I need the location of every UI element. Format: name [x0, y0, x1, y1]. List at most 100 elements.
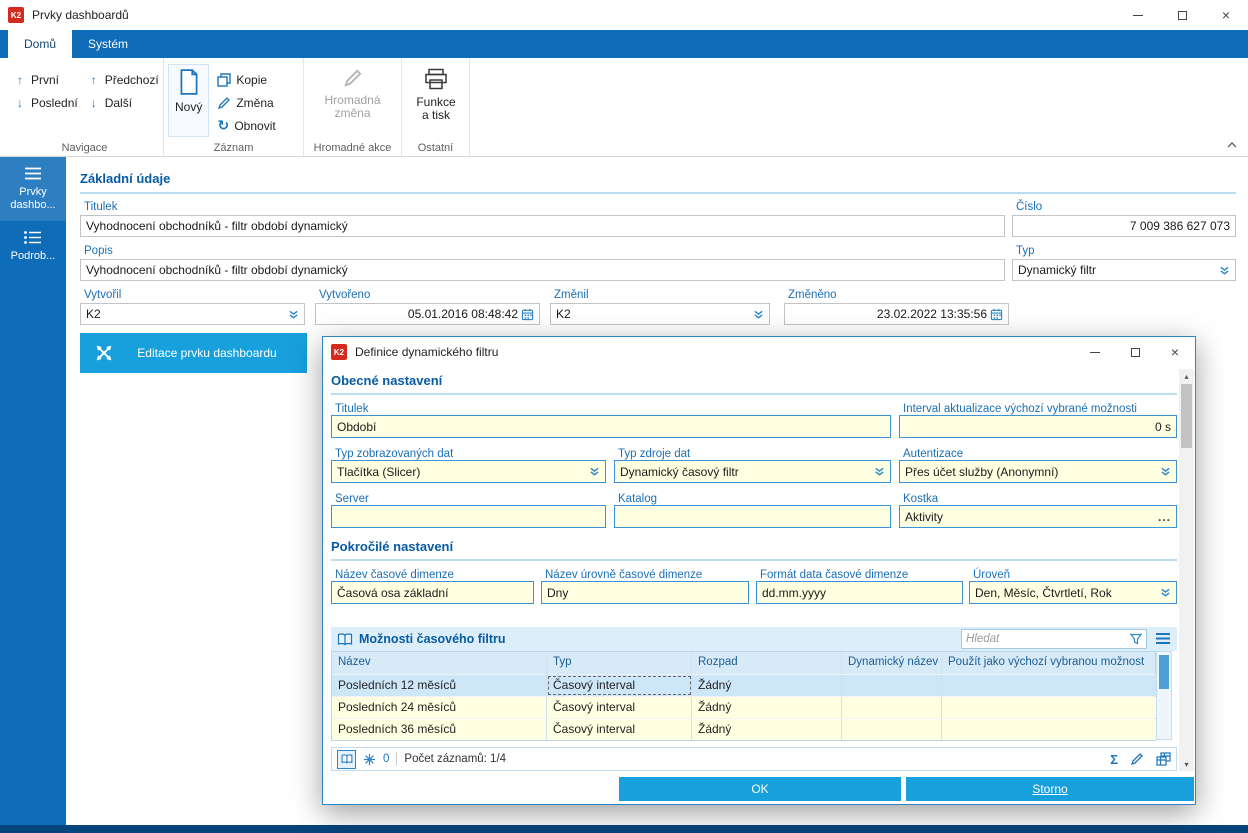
vytvoril-select[interactable]	[86, 307, 285, 321]
kostka-field[interactable]: ...	[899, 505, 1177, 528]
functions-print-button[interactable]: Funkce a tisk	[406, 64, 466, 126]
column-header[interactable]: Použít jako výchozí vybranou možnost	[942, 652, 1157, 674]
interval-field[interactable]	[899, 415, 1177, 438]
table-row[interactable]: Posledních 36 měsíců Časový interval Žád…	[332, 718, 1155, 740]
chevron-down-icon[interactable]	[874, 466, 885, 477]
vytvoril-field[interactable]	[80, 303, 305, 325]
table-cell[interactable]	[942, 719, 1157, 740]
calendar-icon[interactable]	[990, 308, 1003, 321]
chevron-down-icon[interactable]	[1219, 265, 1230, 276]
table-cell[interactable]: Posledních 36 měsíců	[332, 719, 547, 740]
table-cell[interactable]	[942, 697, 1157, 718]
uroven-field[interactable]	[969, 581, 1177, 604]
typ-zdroje-field[interactable]	[614, 460, 891, 483]
table-cell[interactable]: Posledních 12 měsíců	[332, 675, 547, 696]
table-cell[interactable]	[842, 719, 942, 740]
ok-button[interactable]: OK	[619, 777, 901, 801]
dlg-titulek-field[interactable]	[331, 415, 891, 438]
popis-field[interactable]	[80, 259, 1005, 281]
previous-button[interactable]: ↑ Předchozí	[84, 68, 163, 91]
titulek-field[interactable]	[80, 215, 1005, 237]
dlg-titulek-input[interactable]	[337, 420, 885, 434]
typ-select[interactable]	[1018, 263, 1216, 277]
column-header[interactable]: Dynamický název	[842, 652, 942, 674]
sidebar-item-prvky-dashboardu[interactable]: Prvky dashbo...	[0, 157, 66, 221]
table-cell[interactable]: Časový interval	[547, 697, 692, 718]
table-cell[interactable]	[842, 697, 942, 718]
scrollbar-up-arrow[interactable]: ▴	[1179, 369, 1194, 383]
chevron-down-icon[interactable]	[589, 466, 600, 477]
table-cell[interactable]	[942, 675, 1157, 696]
table-cell[interactable]: Žádný	[692, 675, 842, 696]
search-input[interactable]	[966, 633, 1127, 645]
collapse-ribbon-button[interactable]	[1226, 138, 1238, 152]
table-row[interactable]: Posledních 12 měsíců Časový interval Žád…	[332, 674, 1155, 696]
zmenil-field[interactable]	[550, 303, 770, 325]
nazev-urovne-field[interactable]	[541, 581, 749, 604]
calendar-icon[interactable]	[521, 308, 534, 321]
format-data-input[interactable]	[762, 586, 957, 600]
last-button[interactable]: ↓ Poslední	[10, 91, 82, 114]
table-scrollbar-thumb[interactable]	[1159, 655, 1169, 689]
chevron-down-icon[interactable]	[753, 309, 764, 320]
column-header[interactable]: Typ	[547, 652, 692, 674]
table-cell-focused[interactable]: Časový interval	[547, 675, 692, 696]
table-menu-icon[interactable]	[1155, 632, 1171, 645]
autentizace-field[interactable]	[899, 460, 1177, 483]
nazev-dimenze-input[interactable]	[337, 586, 528, 600]
tab-domu[interactable]: Domů	[8, 30, 72, 58]
change-button[interactable]: Změna	[213, 91, 279, 114]
filter-funnel-icon[interactable]	[1130, 633, 1142, 645]
table-cell[interactable]: Žádný	[692, 697, 842, 718]
table-cell[interactable]: Posledních 24 měsíců	[332, 697, 547, 718]
next-button[interactable]: ↓ Další	[84, 91, 163, 114]
cislo-field[interactable]	[1012, 215, 1236, 237]
sum-icon[interactable]: Σ	[1110, 752, 1118, 767]
typ-zobrazovanych-select[interactable]	[337, 465, 586, 479]
interval-input[interactable]	[905, 420, 1171, 434]
vytvoreno-datetime-input[interactable]	[321, 307, 518, 321]
scrollbar-down-arrow[interactable]: ▾	[1179, 757, 1194, 771]
first-button[interactable]: ↑ První	[10, 68, 82, 91]
nazev-urovne-input[interactable]	[547, 586, 743, 600]
zmenil-select[interactable]	[556, 307, 750, 321]
katalog-input[interactable]	[620, 510, 885, 524]
sidebar-item-podrobnosti[interactable]: Podrob...	[0, 221, 66, 272]
typ-field[interactable]	[1012, 259, 1236, 281]
copy-button[interactable]: Kopie	[213, 68, 279, 91]
dialog-scrollbar[interactable]: ▴ ▾	[1179, 369, 1194, 771]
column-header[interactable]: Název	[332, 652, 547, 674]
katalog-field[interactable]	[614, 505, 891, 528]
tab-system[interactable]: Systém	[72, 30, 144, 58]
search-box[interactable]	[961, 629, 1147, 649]
close-button[interactable]: ×	[1204, 0, 1248, 30]
server-field[interactable]	[331, 505, 606, 528]
typ-zdroje-select[interactable]	[620, 465, 871, 479]
chevron-down-icon[interactable]	[1160, 587, 1171, 598]
storno-button[interactable]: Storno	[906, 777, 1194, 801]
kostka-input[interactable]	[905, 510, 1155, 524]
dialog-maximize-button[interactable]	[1115, 337, 1155, 367]
snowflake-icon[interactable]	[363, 753, 376, 766]
new-button[interactable]: Nový	[168, 64, 209, 137]
copy-table-icon[interactable]	[1156, 752, 1171, 766]
titulek-input[interactable]	[86, 219, 999, 233]
book-view-toggle[interactable]	[337, 750, 356, 769]
browse-ellipsis-button[interactable]: ...	[1158, 512, 1171, 522]
edit-dashboard-element-button[interactable]: Editace prvku dashboardu	[80, 333, 307, 373]
vytvoreno-field[interactable]	[315, 303, 540, 325]
format-data-field[interactable]	[756, 581, 963, 604]
autentizace-select[interactable]	[905, 465, 1157, 479]
maximize-button[interactable]	[1160, 0, 1204, 30]
table-row[interactable]: Posledních 24 měsíců Časový interval Žád…	[332, 696, 1155, 718]
uroven-select[interactable]	[975, 586, 1157, 600]
server-input[interactable]	[337, 510, 600, 524]
nazev-dimenze-field[interactable]	[331, 581, 534, 604]
zmeneno-datetime-input[interactable]	[790, 307, 987, 321]
dialog-close-button[interactable]: ×	[1155, 337, 1195, 367]
chevron-down-icon[interactable]	[288, 309, 299, 320]
table-scrollbar[interactable]	[1156, 651, 1172, 740]
edit-pencil-icon[interactable]	[1130, 752, 1144, 766]
refresh-button[interactable]: ↻ Obnovit	[213, 114, 279, 137]
table-cell[interactable]	[842, 675, 942, 696]
